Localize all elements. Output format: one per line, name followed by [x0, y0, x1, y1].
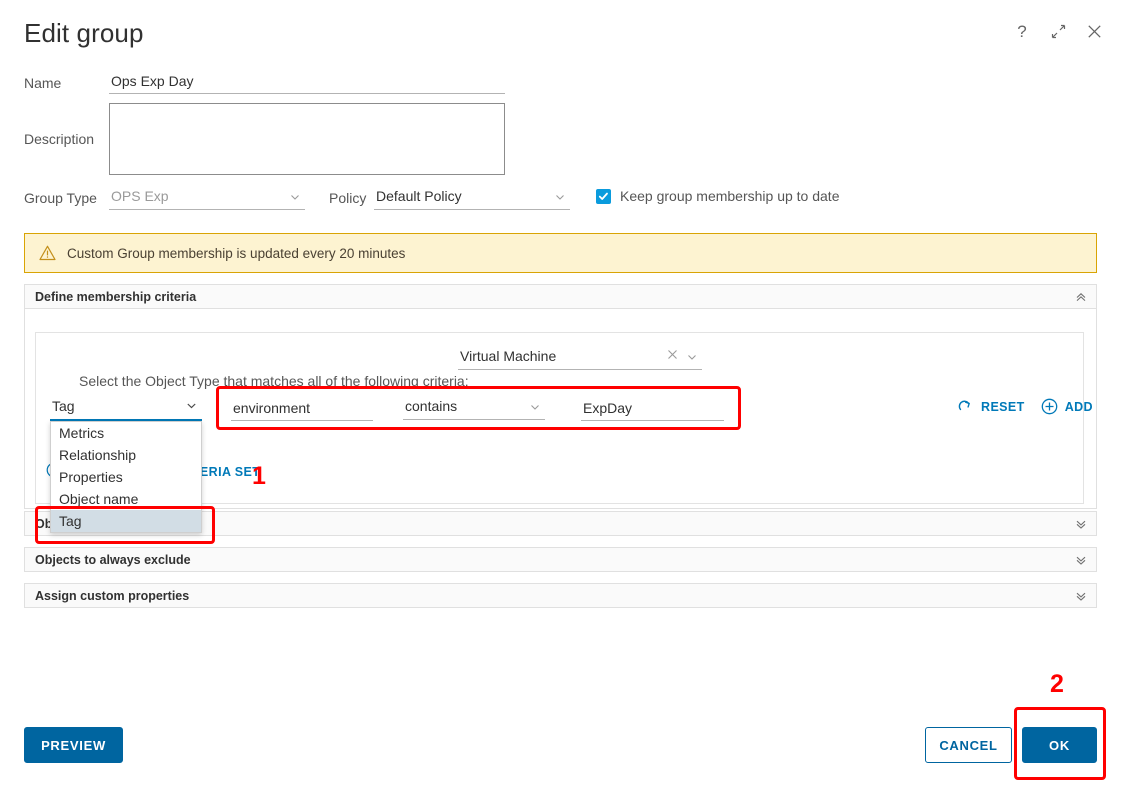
criteria-type-dropdown-list[interactable]: Metrics Relationship Properties Object n… [50, 421, 202, 533]
keep-membership-label: Keep group membership up to date [620, 188, 840, 204]
add-label: ADD [1064, 399, 1093, 414]
double-chevron-down-icon[interactable] [1074, 589, 1088, 603]
preview-button[interactable]: PREVIEW [24, 727, 123, 763]
name-label: Name [24, 75, 62, 91]
reset-icon [957, 399, 974, 415]
policy-value: Default Policy [376, 188, 462, 204]
cancel-button[interactable]: CANCEL [925, 727, 1012, 763]
add-button[interactable]: ADD [1041, 398, 1093, 415]
criteria-type-value: Tag [52, 398, 75, 414]
double-chevron-down-icon[interactable] [1074, 517, 1088, 531]
criteria-row-actions: RESET ADD [957, 398, 1093, 415]
description-textarea[interactable] [109, 103, 505, 175]
panel-title: Objects to always exclude [35, 552, 191, 567]
policy-select[interactable]: Default Policy [374, 188, 570, 210]
dropdown-option-relationship[interactable]: Relationship [51, 444, 201, 466]
chevron-down-icon[interactable] [529, 400, 541, 418]
object-type-select[interactable]: Virtual Machine [458, 348, 702, 370]
ok-button[interactable]: OK [1022, 727, 1097, 763]
keep-membership-checkbox[interactable] [596, 188, 611, 204]
criteria-prompt: Select the Object Type that matches all … [79, 373, 469, 389]
criteria-operator-value: contains [405, 398, 458, 414]
warning-banner: Custom Group membership is updated every… [24, 233, 1097, 273]
warning-text: Custom Group membership is updated every… [67, 245, 406, 261]
reset-label: RESET [981, 399, 1025, 414]
help-icon[interactable]: ? [1013, 22, 1031, 40]
object-type-value: Virtual Machine [460, 348, 557, 364]
close-icon[interactable] [1085, 22, 1103, 40]
group-type-label: Group Type [24, 190, 97, 206]
group-type-value: OPS Exp [111, 188, 169, 204]
expand-icon[interactable] [1049, 22, 1067, 40]
policy-label: Policy [329, 190, 367, 206]
panel-header-assign-custom-properties[interactable]: Assign custom properties [24, 583, 1097, 608]
double-chevron-down-icon[interactable] [1074, 553, 1088, 567]
chevron-down-icon[interactable] [686, 350, 698, 368]
name-input[interactable] [109, 73, 505, 94]
criteria-value-input[interactable] [581, 400, 724, 421]
chevron-down-icon [289, 190, 301, 208]
chevron-down-icon[interactable] [185, 399, 198, 417]
dropdown-option-properties[interactable]: Properties [51, 466, 201, 488]
dropdown-option-tag[interactable]: Tag [51, 510, 201, 532]
clear-icon[interactable] [667, 349, 678, 362]
keep-membership-checkbox-row[interactable]: Keep group membership up to date [596, 188, 839, 204]
reset-button[interactable]: RESET [957, 399, 1025, 415]
annotation-number-2: 2 [1050, 670, 1064, 698]
dropdown-option-object-name[interactable]: Object name [51, 488, 201, 510]
panel-title: Assign custom properties [35, 588, 190, 603]
warning-triangle-icon [39, 245, 56, 261]
panel-title: Define membership criteria [35, 289, 197, 304]
chevron-down-icon [554, 190, 566, 208]
panel-header-objects-to-always-exclude[interactable]: Objects to always exclude [24, 547, 1097, 572]
page-title: Edit group [24, 18, 144, 48]
criteria-key-input[interactable] [231, 400, 373, 421]
dialog-window-controls: ? [1013, 22, 1103, 40]
group-type-select[interactable]: OPS Exp [109, 188, 305, 210]
criteria-type-select[interactable]: Tag [50, 398, 202, 421]
description-label: Description [24, 131, 95, 147]
double-chevron-up-icon[interactable] [1074, 290, 1088, 304]
edit-group-dialog: Edit group ? Name Description Group Type… [0, 0, 1121, 787]
plus-circle-icon [1041, 398, 1058, 415]
dropdown-option-metrics[interactable]: Metrics [51, 422, 201, 444]
panel-header-define-membership-criteria[interactable]: Define membership criteria [24, 284, 1097, 309]
criteria-operator-select[interactable]: contains [403, 398, 545, 420]
